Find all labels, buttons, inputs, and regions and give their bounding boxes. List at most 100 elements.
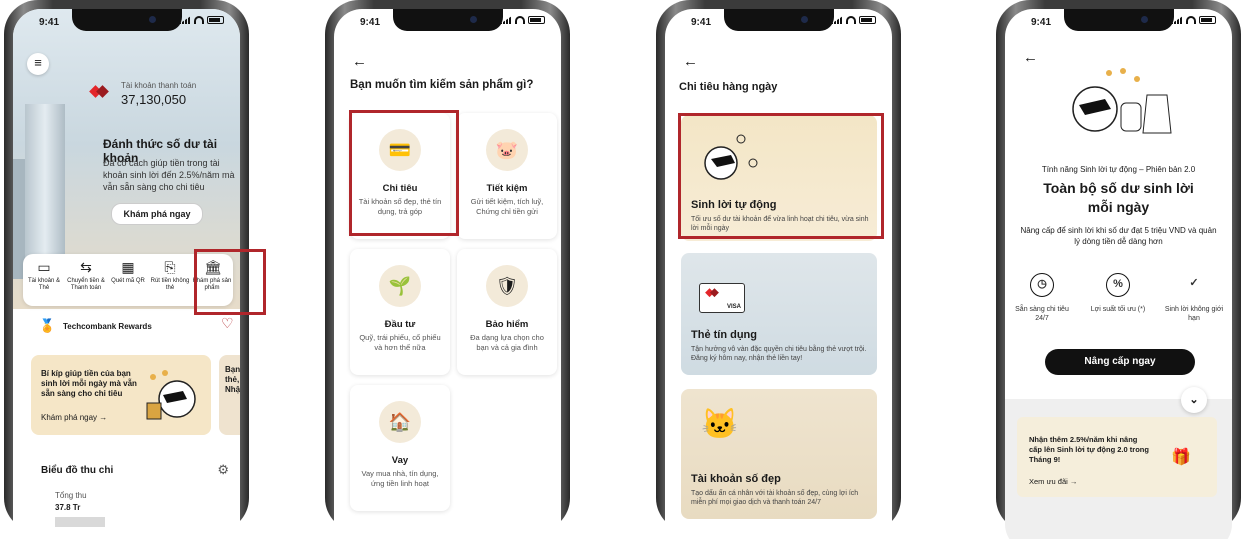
techcombank-rewards-button[interactable]: 🏅 Techcombank Rewards bbox=[31, 315, 211, 339]
wifi-icon bbox=[194, 16, 204, 24]
battery-icon bbox=[859, 16, 876, 24]
building-illustration bbox=[25, 104, 65, 274]
medal-icon: 🏅 bbox=[39, 318, 56, 333]
gift-icon: 🎁 bbox=[1171, 449, 1191, 466]
category-savings[interactable]: 🐷 Tiết kiệm Gửi tiết kiệm, tích luỹ, Chứ… bbox=[457, 113, 557, 239]
category-label: Đầu tư bbox=[384, 319, 416, 330]
category-insurance[interactable]: 🛡 Bảo hiểm Đa dạng lựa chọn cho bạn và c… bbox=[457, 249, 557, 375]
upgrade-now-button[interactable]: Nâng cấp ngay bbox=[1045, 349, 1195, 375]
rewards-label: Techcombank Rewards bbox=[63, 322, 152, 331]
status-time: 9:41 bbox=[691, 17, 712, 28]
notch bbox=[1063, 9, 1174, 31]
battery-icon bbox=[207, 16, 224, 24]
benefit-optimal-yield: % Lợi suất tối ưu (*) bbox=[1087, 273, 1149, 314]
phone-frame-home: 9:41 ≡ Tài khoản thanh toán 37,130,050 Đ… bbox=[4, 0, 266, 552]
battery-icon bbox=[528, 16, 545, 24]
techcombank-logo bbox=[91, 87, 107, 97]
gear-icon[interactable]: ⚙ bbox=[217, 462, 229, 478]
notch bbox=[71, 9, 182, 31]
status-time: 9:41 bbox=[1031, 17, 1052, 28]
category-label: Tiết kiệm bbox=[486, 183, 528, 194]
income-expense-chart-card[interactable]: Biểu đồ thu chi ⚙ Tổng thu 37.8 Tr bbox=[31, 453, 240, 533]
battery-icon bbox=[1199, 16, 1216, 24]
category-desc: Quỹ, trái phiếu, cổ phiếu và hơn thế nữa bbox=[359, 333, 441, 352]
clock-icon: ◷ bbox=[1030, 273, 1054, 297]
back-arrow-icon[interactable]: ← bbox=[683, 53, 698, 70]
percent-icon: % bbox=[1106, 273, 1130, 297]
highlight-spending-category bbox=[349, 110, 459, 236]
total-income-label: Tổng thu bbox=[55, 491, 87, 500]
card-desc: Tạo dấu ấn cá nhân với tài khoản số đẹp,… bbox=[691, 490, 859, 506]
wifi-icon bbox=[515, 16, 525, 24]
account-balance: 37,130,050 bbox=[121, 92, 187, 107]
card-title: Thẻ tín dụng bbox=[691, 329, 757, 341]
card-desc: Tận hưởng vô vàn đặc quyền chi tiêu bằng… bbox=[691, 346, 867, 362]
phone-frame-auto-profit: 9:41 ← Tính năng Sinh lời tự động – Phiê… bbox=[996, 0, 1241, 552]
benefit-label: Lợi suất tối ưu (*) bbox=[1090, 306, 1146, 313]
feature-label: Tính năng Sinh lời tự động – Phiên bản 2… bbox=[1041, 165, 1196, 174]
promo-link[interactable]: Khám phá ngay → bbox=[41, 413, 107, 422]
status-time: 9:41 bbox=[360, 17, 381, 28]
description: Nâng cấp để sinh lời khi số dư đạt 5 tri… bbox=[1020, 226, 1217, 246]
techcombank-logo bbox=[706, 290, 717, 297]
quick-action-label: Quét mã QR bbox=[111, 278, 145, 284]
income-bar bbox=[55, 517, 105, 527]
credit-card-icon: VISA bbox=[699, 283, 745, 313]
benefit-unlimited: ✓ Sinh lời không giới hạn bbox=[1163, 273, 1225, 323]
explore-now-button[interactable]: Khám phá ngay bbox=[111, 203, 203, 225]
account-card[interactable]: Tài khoản thanh toán 37,130,050 bbox=[91, 79, 240, 119]
card-title: Tài khoản số đẹp bbox=[691, 473, 781, 485]
qr-icon: ▦ bbox=[121, 259, 135, 275]
quick-action-cardless-withdraw[interactable]: ⎘ Rút tiền không thẻ bbox=[149, 260, 191, 292]
category-desc: Đa dạng lựa chọn cho bạn và cả gia đình bbox=[470, 333, 544, 352]
quick-action-account-card[interactable]: ▭ Tài khoản & Thẻ bbox=[23, 260, 65, 292]
quick-action-label: Rút tiền không thẻ bbox=[150, 278, 190, 291]
category-label: Vay bbox=[391, 455, 409, 466]
quick-action-label: Chuyển tiền & Thanh toán bbox=[67, 278, 105, 291]
chevron-down-icon[interactable]: ⌄ bbox=[1181, 387, 1207, 413]
quick-action-scan-qr[interactable]: ▦ Quét mã QR bbox=[107, 260, 149, 285]
menu-button[interactable]: ≡ bbox=[27, 53, 49, 75]
benefit-label: Sinh lời không giới hạn bbox=[1164, 306, 1224, 322]
card-beautiful-number[interactable]: 🐱 Tài khoản số đẹp Tạo dấu ấn cá nhân vớ… bbox=[681, 389, 877, 519]
benefit-ready-spend: ◷ Sẵn sàng chi tiêu 24/7 bbox=[1011, 273, 1073, 323]
promo-text: Bí kíp giúp tiền của bạn sinh lời mỗi ng… bbox=[41, 369, 137, 398]
highlight-auto-profit-card bbox=[678, 113, 884, 239]
status-icons bbox=[179, 16, 224, 24]
visa-badge: VISA bbox=[726, 304, 741, 310]
offer-text: Nhận thêm 2.5%/năm khi nâng cấp lên Sinh… bbox=[1029, 435, 1149, 464]
house-icon: 🏠 bbox=[379, 401, 421, 443]
quick-action-transfer[interactable]: ⇆ Chuyển tiền & Thanh toán bbox=[65, 260, 107, 292]
account-label: Tài khoản thanh toán bbox=[121, 81, 197, 90]
wifi-icon bbox=[846, 16, 856, 24]
status-icons bbox=[831, 16, 876, 24]
mascot-savings-illustration bbox=[1072, 68, 1172, 134]
category-desc: Gửi tiết kiệm, tích luỹ, Chứng chỉ tiền … bbox=[470, 197, 544, 216]
back-arrow-icon[interactable]: ← bbox=[1023, 49, 1038, 66]
quick-action-label: Tài khoản & Thẻ bbox=[27, 278, 61, 291]
category-loan[interactable]: 🏠 Vay Vay mua nhà, tín dụng, ứng tiền li… bbox=[350, 385, 450, 511]
benefit-label: Sẵn sàng chi tiêu 24/7 bbox=[1015, 306, 1069, 322]
page-title: Chi tiêu hàng ngày bbox=[679, 81, 778, 93]
status-time: 9:41 bbox=[39, 17, 60, 28]
chart-title: Biểu đồ thu chi bbox=[41, 465, 114, 476]
category-investment[interactable]: 🌱 Đầu tư Quỹ, trái phiếu, cổ phiếu và hơ… bbox=[350, 249, 450, 375]
plant-coin-icon: 🌱 bbox=[379, 265, 421, 307]
offer-link[interactable]: Xem ưu đãi → bbox=[1029, 477, 1077, 486]
promo-card[interactable]: Bí kíp giúp tiền của bạn sinh lời mỗi ng… bbox=[31, 355, 211, 435]
phone-frame-categories: 9:41 ← Bạn muốn tìm kiếm sản phẩm gì? 💳 … bbox=[325, 0, 570, 552]
total-income-value: 37.8 Tr bbox=[55, 503, 81, 512]
notch bbox=[392, 9, 503, 31]
atm-icon: ⎘ bbox=[164, 259, 176, 275]
phone-frame-daily-spending: 9:41 ← Chi tiêu hàng ngày Sinh lời tự độ… bbox=[656, 0, 901, 552]
status-icons bbox=[1171, 16, 1216, 24]
card-icon: ▭ bbox=[37, 259, 51, 275]
page-title: Bạn muốn tìm kiếm sản phẩm gì? bbox=[350, 79, 534, 91]
back-arrow-icon[interactable]: ← bbox=[352, 53, 367, 70]
promo-card-2[interactable]: Bạn thẻ, Nhậ bbox=[219, 355, 240, 435]
highlight-explore-products bbox=[194, 249, 266, 315]
lucky-cat-icon: 🐱 bbox=[701, 408, 739, 441]
offer-card[interactable]: Nhận thêm 2.5%/năm khi nâng cấp lên Sinh… bbox=[1017, 417, 1217, 497]
card-credit-card[interactable]: VISA Thẻ tín dụng Tận hưởng vô vàn đặc q… bbox=[681, 253, 877, 375]
heart-icon[interactable]: ♡ bbox=[221, 315, 234, 332]
